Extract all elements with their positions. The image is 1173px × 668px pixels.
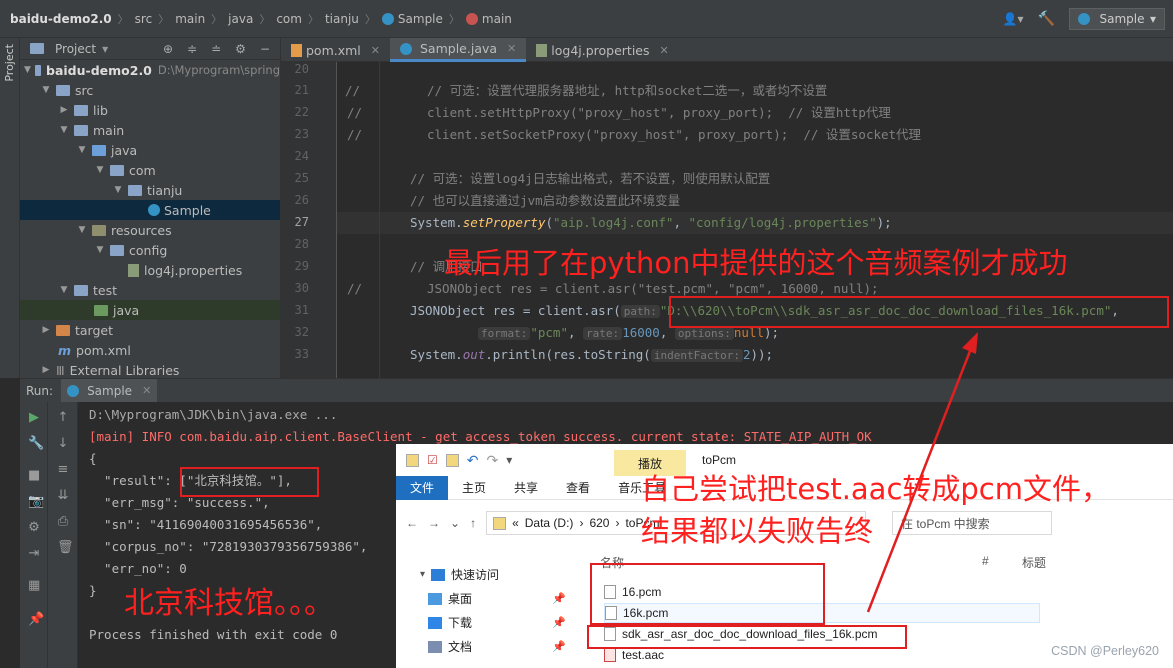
annotation-result: 北京科技馆。。。 — [124, 586, 334, 621]
annotation-explorer-line2: 结果都以失败告终 — [641, 514, 874, 548]
annotation-arrow — [866, 332, 978, 613]
annotation-top: 最后用了在python中提供的这个音频案例才成功 — [444, 246, 1068, 280]
annotation-explorer-line1: 自己尝试把test.aac转成pcm文件， — [641, 472, 1110, 506]
watermark: CSDN @Perley620 — [1051, 644, 1159, 658]
